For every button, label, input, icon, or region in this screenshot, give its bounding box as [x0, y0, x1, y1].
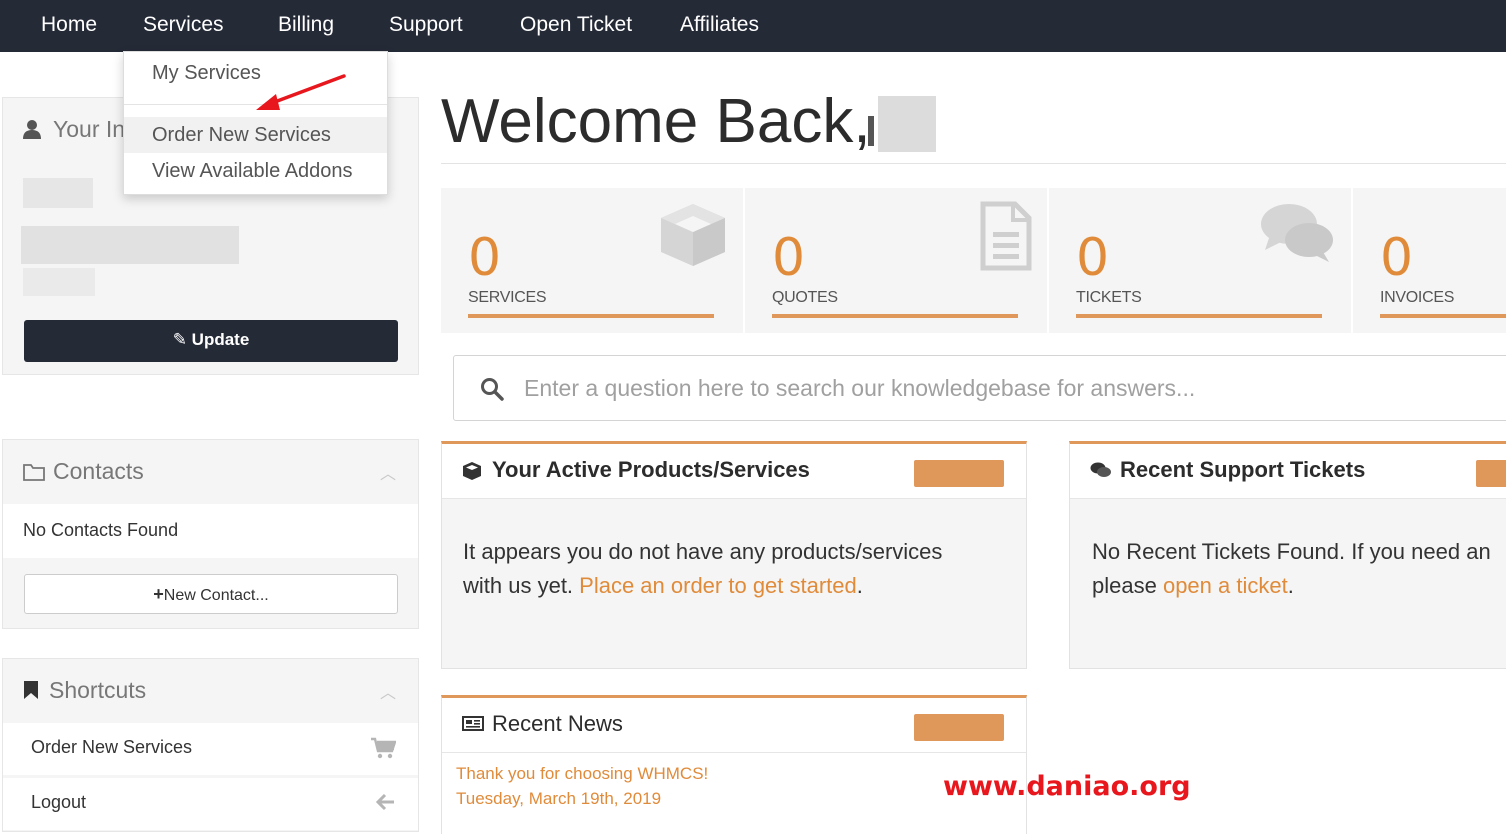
knowledgebase-search: [453, 355, 1506, 421]
watermark: www.daniao.org: [943, 771, 1191, 802]
recent-news-title: Recent News: [492, 711, 623, 736]
title-divider: [441, 163, 1506, 164]
chat-bubbles-icon: [1090, 461, 1112, 484]
search-icon: [480, 377, 504, 406]
stat-tile-quotes[interactable]: 0 QUOTES: [745, 188, 1047, 333]
cube-icon: [657, 200, 729, 275]
contacts-empty-row: No Contacts Found: [3, 504, 418, 558]
nav-home[interactable]: Home: [41, 0, 97, 52]
contacts-panel: Contacts ︿ No Contacts Found +New Contac…: [2, 439, 419, 629]
menu-item-view-addons[interactable]: View Available Addons: [124, 153, 387, 189]
update-button[interactable]: ✎ Update: [24, 320, 398, 362]
document-icon: [979, 200, 1033, 277]
nav-affiliates[interactable]: Affiliates: [680, 0, 759, 52]
menu-item-order-new-services[interactable]: Order New Services: [124, 117, 387, 153]
plus-icon: +: [153, 584, 164, 604]
stat-underline: [772, 314, 1018, 318]
search-input[interactable]: [524, 356, 1494, 420]
blurred-username: [868, 116, 874, 146]
recent-tickets-title: Recent Support Tickets: [1120, 457, 1366, 482]
user-icon: [23, 118, 41, 145]
contacts-title: Contacts: [53, 458, 144, 484]
shortcuts-panel: Shortcuts ︿ Order New Services Logout: [2, 658, 419, 832]
shortcuts-title: Shortcuts: [49, 677, 147, 703]
no-contacts-text: No Contacts Found: [23, 520, 179, 540]
nav-billing[interactable]: Billing: [278, 0, 334, 52]
chat-bubbles-icon: [1257, 200, 1337, 271]
recent-tickets-panel: Recent Support Tickets No Recent Tickets…: [1069, 441, 1506, 669]
chevron-up-icon[interactable]: ︿: [380, 460, 396, 484]
open-ticket-link[interactable]: open a ticket: [1163, 573, 1288, 598]
stat-underline: [468, 314, 714, 318]
view-all-button[interactable]: [914, 460, 1004, 487]
new-contact-button[interactable]: +New Contact...: [24, 574, 398, 614]
recent-tickets-header: Recent Support Tickets: [1070, 444, 1506, 499]
shortcuts-header[interactable]: Shortcuts ︿: [3, 659, 418, 723]
news-item-title[interactable]: Thank you for choosing WHMCS!: [456, 761, 708, 786]
your-info-title: Your In: [53, 116, 126, 142]
cube-icon: [462, 461, 482, 486]
view-all-news-button[interactable]: [914, 714, 1004, 741]
shortcut-logout[interactable]: Logout: [3, 778, 418, 830]
active-products-header: Your Active Products/Services: [442, 444, 1026, 499]
stat-tile-invoices[interactable]: 0 INVOICES: [1353, 188, 1506, 333]
active-products-message: It appears you do not have any products/…: [463, 539, 943, 598]
blurred-info: [21, 226, 239, 264]
recent-news-panel: Recent News Thank you for choosing WHMCS…: [441, 695, 1027, 834]
chevron-up-icon[interactable]: ︿: [380, 679, 396, 703]
page-title: Welcome Back,: [441, 87, 871, 156]
active-products-title: Your Active Products/Services: [492, 457, 810, 482]
nav-services[interactable]: Services: [143, 0, 224, 52]
news-item[interactable]: Thank you for choosing WHMCS! Tuesday, M…: [456, 761, 708, 811]
active-products-panel: Your Active Products/Services It appears…: [441, 441, 1027, 669]
blurred-info: [23, 268, 95, 296]
place-order-link[interactable]: Place an order to get started: [579, 573, 857, 598]
nav-support[interactable]: Support: [389, 0, 463, 52]
folder-icon: [23, 460, 45, 487]
newspaper-icon: [462, 715, 484, 736]
red-arrow-annotation: [256, 74, 346, 110]
bookmark-icon: [23, 679, 39, 706]
stat-tile-services[interactable]: 0 SERVICES: [441, 188, 743, 333]
nav-open-ticket[interactable]: Open Ticket: [520, 0, 632, 52]
stat-underline: [1076, 314, 1322, 318]
cart-icon: [370, 737, 397, 765]
contacts-header[interactable]: Contacts ︿: [3, 440, 418, 504]
news-item-date: Tuesday, March 19th, 2019: [456, 789, 662, 808]
recent-news-header: Recent News: [442, 698, 1026, 753]
pencil-icon: ✎: [172, 330, 187, 349]
view-all-tickets-button[interactable]: [1476, 460, 1506, 487]
top-navbar: Home Services Billing Support Open Ticke…: [0, 0, 1506, 52]
stat-tile-tickets[interactable]: 0 TICKETS: [1049, 188, 1351, 333]
recent-tickets-message: No Recent Tickets Found. If you need an …: [1092, 539, 1491, 598]
shortcut-order-new-services[interactable]: Order New Services: [3, 723, 418, 775]
arrow-left-icon: [374, 792, 396, 818]
stat-underline: [1380, 314, 1506, 318]
blurred-username: [878, 96, 936, 152]
blurred-info: [23, 178, 93, 208]
